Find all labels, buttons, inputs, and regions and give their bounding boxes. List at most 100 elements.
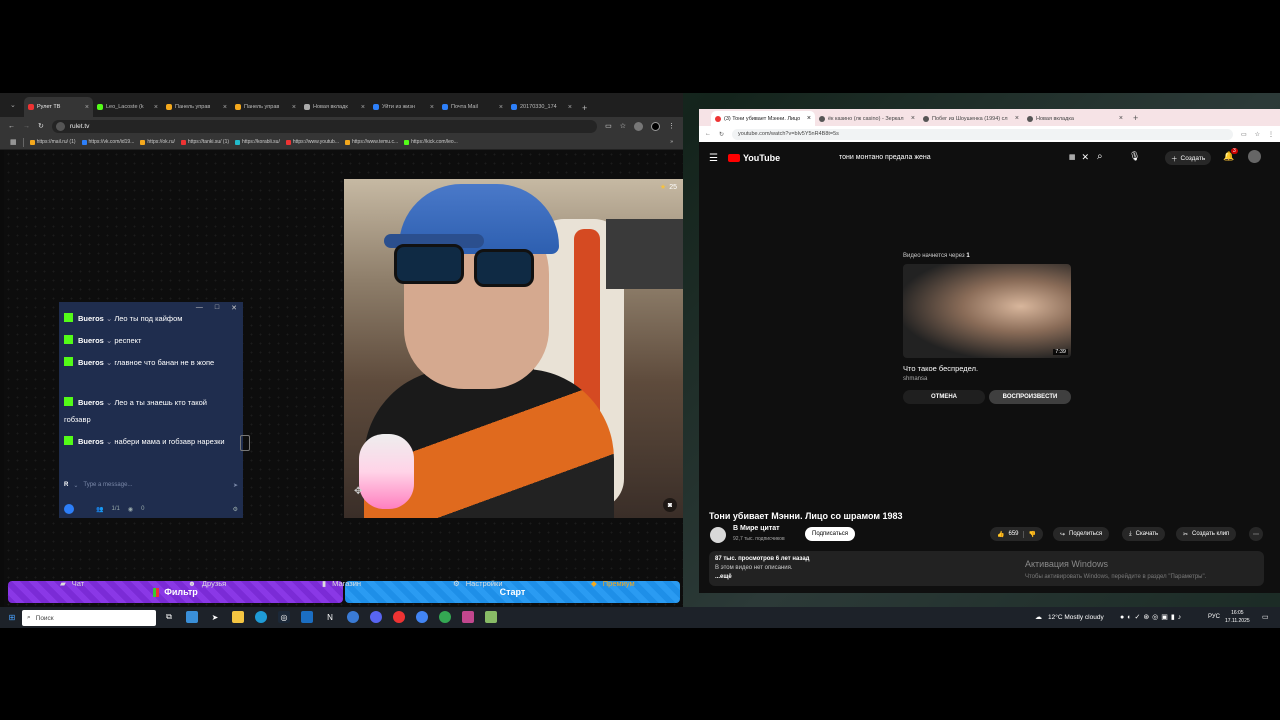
- bookmark-item[interactable]: https://www.temu.c...: [344, 139, 398, 145]
- chat-username[interactable]: Bueros: [78, 398, 104, 407]
- camera-icon[interactable]: ◙: [663, 498, 677, 512]
- share-button[interactable]: ↪ Поделиться: [1053, 527, 1110, 541]
- tab-close-icon[interactable]: ×: [85, 104, 89, 111]
- tab-close-icon[interactable]: ×: [807, 115, 811, 122]
- tab-close-icon[interactable]: ×: [430, 104, 434, 111]
- chat-username[interactable]: Bueros: [78, 314, 104, 323]
- chat-username[interactable]: Bueros: [78, 336, 104, 345]
- description-box[interactable]: 87 тыс. просмотров 6 лет назад В этом ви…: [709, 551, 1264, 586]
- install-icon[interactable]: ▭: [605, 122, 612, 130]
- app-green-icon[interactable]: [485, 611, 497, 623]
- cancel-button[interactable]: ОТМЕНА: [903, 390, 985, 404]
- copilot-icon[interactable]: [186, 611, 198, 623]
- search-icon[interactable]: ⌕: [1097, 151, 1103, 162]
- edge-icon[interactable]: [255, 611, 267, 623]
- tab-close-icon[interactable]: ×: [154, 104, 158, 111]
- menu-icon[interactable]: ⋮: [1268, 131, 1274, 138]
- nav-friends[interactable]: ☻ Друзья: [188, 575, 226, 591]
- browser-tab[interactable]: Рулет ТВ ×: [24, 97, 93, 117]
- more-actions-icon[interactable]: ⋯: [1249, 527, 1263, 541]
- weather-text[interactable]: 12°C Mostly cloudy: [1048, 614, 1104, 621]
- webcam-video[interactable]: ★ 25 ◙: [344, 179, 683, 518]
- bookmark-item[interactable]: https://www.youtub...: [285, 139, 339, 145]
- taskbar-search[interactable]: ⌕ Поиск: [22, 610, 156, 626]
- tab-close-icon[interactable]: ×: [499, 104, 503, 111]
- nav-shop[interactable]: ▮ Магазин: [322, 575, 361, 591]
- browser-tab[interactable]: ёк казино (лк casino) - Зеркал ×: [815, 111, 919, 126]
- chrome-icon[interactable]: [416, 611, 428, 623]
- channel-avatar[interactable]: [710, 527, 726, 543]
- browser-tab[interactable]: Почта Mail ×: [438, 97, 507, 117]
- bookmark-item[interactable]: https://vk.com/id19...: [81, 139, 134, 145]
- new-tab-icon[interactable]: +: [1133, 113, 1138, 123]
- tab-close-icon[interactable]: ×: [223, 104, 227, 111]
- keyboard-icon[interactable]: ▦: [1069, 153, 1076, 161]
- account-avatar[interactable]: [1248, 150, 1261, 163]
- browser-tab[interactable]: Побег из Шоушенка (1994) сл ×: [919, 111, 1023, 126]
- tab-list-icon[interactable]: ⌄: [10, 101, 16, 109]
- clear-search-icon[interactable]: ✕: [1081, 152, 1089, 163]
- chat-username[interactable]: Bueros: [78, 358, 104, 367]
- tab-close-icon[interactable]: ×: [568, 104, 572, 111]
- next-video-title[interactable]: Что такое беспредел.: [903, 364, 1071, 373]
- reload-icon[interactable]: ↻: [719, 131, 724, 138]
- send-icon[interactable]: ➤: [233, 482, 238, 489]
- notifications-icon[interactable]: ▭: [1262, 613, 1269, 621]
- browser-tab[interactable]: (3) Тони убивает Мэнни. Лицо ×: [711, 111, 815, 126]
- subscribe-button[interactable]: Подписаться: [805, 527, 855, 541]
- chat-input[interactable]: Type a message...: [83, 482, 228, 488]
- menu-icon[interactable]: ⋮: [668, 122, 675, 130]
- youtube-logo[interactable]: YouTube: [727, 153, 780, 163]
- app-blue-icon[interactable]: [347, 611, 359, 623]
- tab-close-icon[interactable]: ×: [292, 104, 296, 111]
- url-field[interactable]: youtube.com/watch?v=bIv5Y5nR4B8t=5s: [732, 128, 1233, 140]
- nav-premium[interactable]: ◆ Премиум: [591, 575, 635, 591]
- browser-tab[interactable]: Новая вкладка ×: [1023, 111, 1127, 126]
- site-info-icon[interactable]: [55, 121, 65, 131]
- url-field[interactable]: rulet.tv: [51, 119, 598, 133]
- reload-icon[interactable]: ↻: [38, 122, 44, 130]
- play-now-button[interactable]: ВОСПРОИЗВЕСТИ: [989, 390, 1071, 404]
- new-tab-icon[interactable]: +: [582, 103, 587, 113]
- weather-icon[interactable]: ☁: [1035, 613, 1042, 621]
- tab-close-icon[interactable]: ×: [911, 115, 915, 122]
- download-button[interactable]: ⤓ Скачать: [1122, 527, 1166, 541]
- bookmark-star-icon[interactable]: ☆: [1255, 131, 1260, 138]
- tab-close-icon[interactable]: ×: [1119, 115, 1123, 122]
- tray-icons[interactable]: ●◐✓⊛◎▣▮♪: [1120, 613, 1184, 621]
- thumbs-down-icon[interactable]: 👎: [1022, 530, 1036, 538]
- browser-tab[interactable]: 20170330_174 ×: [507, 97, 576, 117]
- nav-settings[interactable]: ⚙ Настройки: [453, 575, 503, 591]
- active-app-icon[interactable]: [462, 611, 474, 623]
- settings-gear-icon[interactable]: ⚙: [233, 506, 238, 513]
- bookmark-item[interactable]: https://kick.com/leo...: [404, 139, 458, 145]
- extension-icon[interactable]: [634, 121, 643, 131]
- opera-icon[interactable]: [393, 611, 405, 623]
- app-icon[interactable]: N: [324, 611, 336, 623]
- chrome-alt-icon[interactable]: [439, 611, 451, 623]
- profile-avatar[interactable]: [651, 121, 660, 131]
- channel-name[interactable]: В Мире цитат: [733, 525, 780, 532]
- like-button[interactable]: 👍 659 👎: [990, 527, 1043, 541]
- clock[interactable]: 16:05 17.11.2025: [1225, 609, 1250, 625]
- bookmark-item[interactable]: https://tanki.su/ (1): [180, 139, 229, 145]
- back-icon[interactable]: ←: [8, 123, 15, 130]
- clip-button[interactable]: ✂ Создать клип: [1176, 527, 1237, 541]
- arrow-app-icon[interactable]: ➤: [209, 611, 221, 623]
- bookmark-item[interactable]: https://ok.ru/: [140, 139, 175, 145]
- apps-icon[interactable]: ▦: [10, 138, 17, 146]
- windows-start-icon[interactable]: ⊞: [6, 611, 18, 623]
- chevron-down-icon[interactable]: ⌄: [73, 482, 78, 489]
- browser-tab[interactable]: Leo_Lacoste (k ×: [93, 97, 162, 117]
- browser-tab[interactable]: Панель управ ×: [231, 97, 300, 117]
- browser-tab[interactable]: Панель управ ×: [162, 97, 231, 117]
- bookmark-star-icon[interactable]: ☆: [620, 122, 626, 130]
- browser-tab[interactable]: Новая вкладк ×: [300, 97, 369, 117]
- discord-icon[interactable]: [370, 611, 382, 623]
- language-indicator[interactable]: РУС: [1208, 614, 1220, 620]
- bookmark-item[interactable]: https://korabli.su/: [235, 139, 280, 145]
- browser-tab[interactable]: Уйти из жизн ×: [369, 97, 438, 117]
- create-button[interactable]: ＋ Создать: [1165, 151, 1212, 165]
- store-icon[interactable]: [301, 611, 313, 623]
- voice-search-icon[interactable]: 🎙: [1129, 151, 1140, 162]
